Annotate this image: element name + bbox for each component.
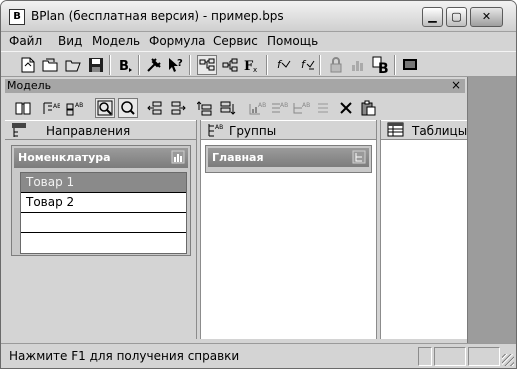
directions-label: Направления bbox=[46, 124, 131, 138]
groups-icon: AB bbox=[207, 122, 225, 141]
nomenclature-list: Товар 1 Товар 2 bbox=[20, 172, 187, 254]
groups-column: Главная bbox=[201, 140, 376, 339]
status-cell bbox=[468, 347, 500, 366]
display-icon[interactable] bbox=[400, 55, 420, 75]
svg-text:AB: AB bbox=[53, 103, 60, 110]
group-title: Главная bbox=[212, 151, 264, 164]
panel-title: Модель bbox=[7, 79, 52, 92]
add-group-icon[interactable]: AB bbox=[64, 98, 84, 118]
calc-all-icon[interactable]: f bbox=[298, 55, 318, 75]
move-right-icon[interactable] bbox=[168, 98, 188, 118]
tables-icon bbox=[387, 122, 405, 141]
help-cursor-icon[interactable]: ? bbox=[166, 55, 186, 75]
minimize-button[interactable]: ▁ bbox=[422, 7, 443, 27]
group-card[interactable]: Главная bbox=[205, 145, 372, 173]
main-toolbar: B ? Fx f f B bbox=[1, 51, 516, 77]
chart-icon bbox=[348, 55, 368, 75]
hierarchy-icon[interactable] bbox=[352, 150, 366, 167]
svg-text:B: B bbox=[378, 61, 389, 74]
tools-icon[interactable] bbox=[144, 55, 164, 75]
status-bar: Нажмите F1 для получения справки bbox=[1, 343, 516, 368]
nomenclature-card[interactable]: Номенклатура Товар 1 Товар 2 bbox=[11, 145, 191, 256]
report-b-icon[interactable]: B bbox=[371, 55, 391, 75]
status-cell bbox=[418, 347, 432, 366]
groups-header: AB Группы bbox=[201, 120, 376, 140]
directions-column: Номенклатура Товар 1 Товар 2 bbox=[5, 140, 196, 339]
tables-header: Таблицы bbox=[381, 120, 467, 140]
menu-formula[interactable]: Формула bbox=[149, 34, 205, 48]
new-icon[interactable] bbox=[18, 55, 38, 75]
nomenclature-card-header[interactable]: Номенклатура bbox=[14, 148, 188, 168]
zoom-in-icon[interactable] bbox=[95, 98, 115, 118]
nomenclature-title: Номенклатура bbox=[18, 151, 111, 164]
close-button[interactable]: ✕ bbox=[470, 7, 503, 27]
svg-text:B: B bbox=[119, 59, 129, 73]
lock-icon bbox=[326, 55, 346, 75]
resize-grip[interactable] bbox=[502, 354, 514, 366]
menu-model[interactable]: Модель bbox=[92, 34, 140, 48]
svg-text:x: x bbox=[253, 66, 257, 73]
calc-icon[interactable]: f bbox=[274, 55, 294, 75]
window-title: BPlan (бесплатная версия) - пример.bps bbox=[31, 9, 284, 23]
directions-header: Направления bbox=[5, 120, 196, 140]
list-item-empty[interactable] bbox=[21, 213, 186, 233]
svg-text:AB: AB bbox=[280, 102, 288, 109]
menu-file[interactable]: Файл bbox=[9, 34, 42, 48]
zoom-out-icon[interactable] bbox=[118, 98, 138, 118]
tables-label: Таблицы bbox=[412, 124, 468, 138]
svg-text:AB: AB bbox=[302, 102, 310, 109]
menu-service[interactable]: Сервис bbox=[213, 34, 258, 48]
chart-ab-icon: AB bbox=[247, 98, 267, 118]
tables-column bbox=[381, 140, 467, 339]
structure-icon[interactable] bbox=[220, 55, 240, 75]
delete-icon[interactable] bbox=[336, 98, 356, 118]
svg-text:f: f bbox=[277, 58, 283, 71]
menu-view[interactable]: Вид bbox=[58, 34, 82, 48]
svg-text:AB: AB bbox=[215, 124, 223, 131]
tree-icon[interactable] bbox=[197, 55, 217, 75]
chart-icon[interactable] bbox=[171, 150, 185, 167]
svg-text:f: f bbox=[301, 58, 307, 71]
open-folder-icon[interactable] bbox=[40, 55, 60, 75]
tree-ab-icon: AB bbox=[291, 98, 311, 118]
menu-bar: Файл Вид Модель Формула Сервис Помощь bbox=[1, 32, 516, 51]
book-icon[interactable] bbox=[13, 98, 33, 118]
clipboard-icon[interactable] bbox=[358, 98, 378, 118]
formula-icon[interactable]: Fx bbox=[242, 55, 262, 75]
workspace-area bbox=[467, 77, 516, 343]
maximize-button[interactable]: ▢ bbox=[446, 7, 467, 27]
move-down-icon[interactable] bbox=[218, 98, 238, 118]
move-up-icon[interactable] bbox=[195, 98, 215, 118]
model-toolbar: AB AB AB bbox=[1, 95, 467, 121]
directions-icon bbox=[11, 122, 29, 141]
menu-help[interactable]: Помощь bbox=[267, 34, 318, 48]
status-cell bbox=[434, 347, 466, 366]
svg-text:AB: AB bbox=[258, 102, 266, 109]
panel-close-button[interactable]: × bbox=[451, 78, 461, 92]
list-ab-icon: AB bbox=[269, 98, 289, 118]
open-icon[interactable] bbox=[63, 55, 83, 75]
groups-label: Группы bbox=[229, 124, 277, 138]
group-card-header[interactable]: Главная bbox=[208, 148, 369, 167]
svg-text:AB: AB bbox=[75, 102, 83, 109]
move-left-icon[interactable] bbox=[145, 98, 165, 118]
list-icon bbox=[313, 98, 333, 118]
list-item[interactable]: Товар 2 bbox=[21, 193, 186, 213]
model-panel: Модель × AB AB bbox=[1, 77, 467, 343]
save-icon[interactable] bbox=[86, 55, 106, 75]
app-window: B BPlan (бесплатная версия) - пример.bps… bbox=[0, 0, 517, 369]
add-direction-icon[interactable]: AB bbox=[41, 98, 61, 118]
model-panel-header: Модель × bbox=[5, 78, 465, 93]
app-icon: B bbox=[9, 9, 25, 25]
title-bar[interactable]: B BPlan (бесплатная версия) - пример.bps… bbox=[1, 1, 516, 32]
bold-b-icon[interactable]: B bbox=[115, 55, 135, 75]
list-item[interactable]: Товар 1 bbox=[21, 173, 186, 193]
status-text: Нажмите F1 для получения справки bbox=[9, 349, 240, 363]
svg-text:?: ? bbox=[177, 58, 183, 69]
